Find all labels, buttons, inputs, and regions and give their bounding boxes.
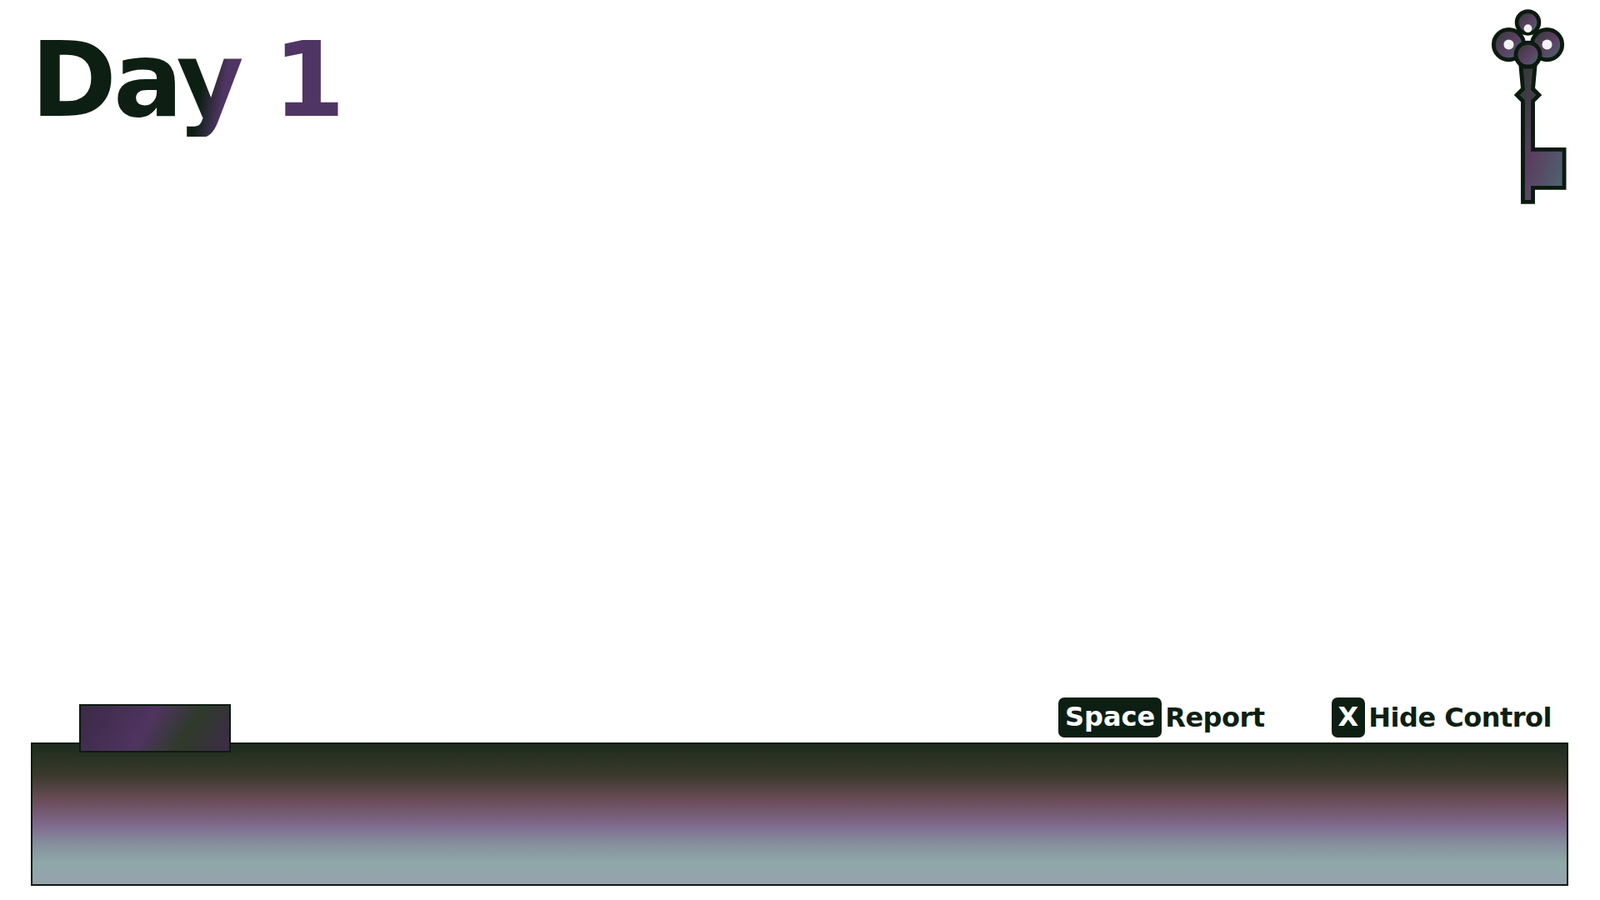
control-row: SpaceReport XHide Control bbox=[30, 697, 1569, 743]
top-bar: Day 1 bbox=[30, 8, 1569, 205]
keycap: Space bbox=[1058, 697, 1162, 738]
game-screen: Day 1 SpaceReport XHide Control bbox=[0, 0, 1600, 900]
keycap: X bbox=[1331, 697, 1366, 738]
control-hint[interactable]: SpaceReport bbox=[1058, 697, 1265, 738]
control-hint[interactable]: XHide Control bbox=[1331, 697, 1552, 738]
bottom-panel bbox=[30, 742, 1569, 886]
key-icon[interactable] bbox=[1487, 8, 1569, 205]
panel-tab[interactable] bbox=[79, 704, 231, 753]
controls: SpaceReport XHide Control bbox=[1058, 697, 1552, 738]
bottom-area: SpaceReport XHide Control bbox=[30, 697, 1569, 886]
control-label: Report bbox=[1165, 701, 1265, 734]
day-title: Day 1 bbox=[30, 23, 342, 137]
control-label: Hide Control bbox=[1368, 701, 1552, 734]
